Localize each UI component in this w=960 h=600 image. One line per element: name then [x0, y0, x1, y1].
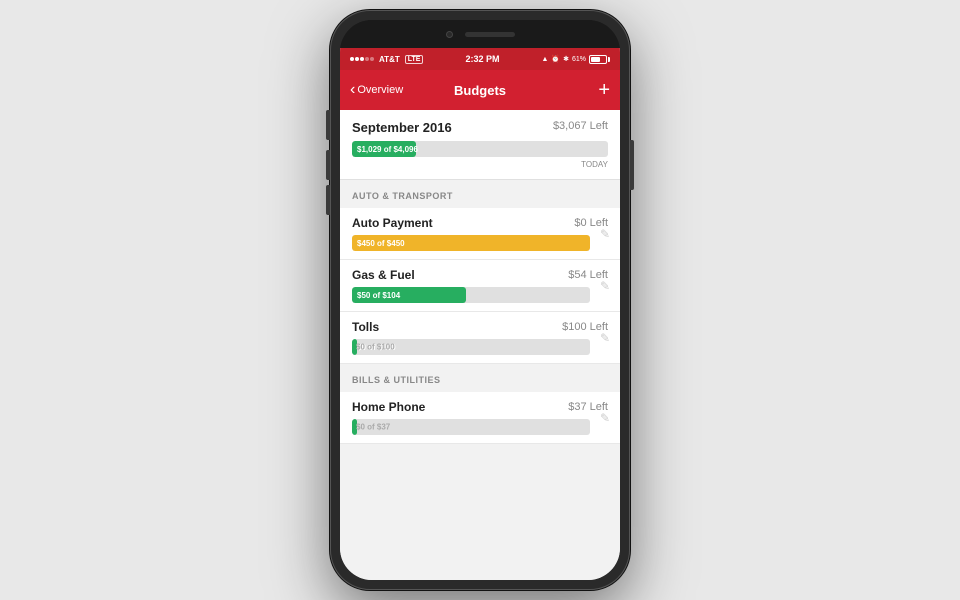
signal-dot-2 — [355, 57, 359, 61]
status-time: 2:32 PM — [465, 54, 499, 64]
gas-fuel-progress-bar: $50 of $104 — [352, 287, 590, 303]
tolls-progress-bar: $0 of $100 $0 of $100 — [352, 339, 590, 355]
status-right: ▲ ⏰ ✱ 61% — [541, 55, 610, 64]
home-phone-progress-bar: $0 of $37 — [352, 419, 590, 435]
signal-dot-3 — [360, 57, 364, 61]
lte-badge: LTE — [405, 55, 424, 64]
auto-payment-name: Auto Payment — [352, 216, 433, 230]
auto-payment-edit-icon[interactable]: ✎ — [600, 227, 610, 241]
category-title-auto: AUTO & TRANSPORT — [352, 191, 453, 201]
status-left: AT&T LTE — [350, 55, 423, 64]
budget-item-tolls[interactable]: Tolls $100 Left $0 of $100 $0 of $100 ✎ — [340, 312, 620, 364]
phone-top-bar — [340, 20, 620, 48]
tolls-bar-wrapper: $0 of $100 $0 of $100 — [352, 339, 608, 355]
carrier-name: AT&T — [379, 55, 400, 64]
gas-fuel-edit-icon[interactable]: ✎ — [600, 279, 610, 293]
budget-item-home-phone[interactable]: Home Phone $37 Left $0 of $37 ✎ — [340, 392, 620, 444]
add-budget-button[interactable]: + — [523, 80, 610, 100]
signal-dot-4 — [365, 57, 369, 61]
category-header-auto: AUTO & TRANSPORT — [340, 180, 620, 208]
summary-progress-bar: $1,029 of $4,096 — [352, 141, 608, 157]
battery-fill — [591, 57, 600, 62]
summary-progress-label: $1,029 of $4,096 — [357, 145, 418, 154]
back-button[interactable]: ‹ Overview — [350, 83, 437, 98]
signal-strength — [350, 57, 374, 61]
summary-left-amount: $3,067 Left — [553, 120, 608, 132]
home-phone-name: Home Phone — [352, 400, 425, 414]
today-marker: TODAY — [352, 160, 608, 169]
home-phone-bar-wrapper: $0 of $37 — [352, 419, 608, 435]
status-bar: AT&T LTE 2:32 PM ▲ ⏰ ✱ 61% — [340, 48, 620, 70]
gas-fuel-bar-wrapper: $50 of $104 — [352, 287, 608, 303]
battery-body — [589, 55, 607, 64]
content-area: September 2016 $3,067 Left $1,029 of $4,… — [340, 110, 620, 580]
gas-fuel-name: Gas & Fuel — [352, 268, 415, 282]
auto-payment-label: $450 of $450 — [357, 239, 405, 248]
home-phone-edit-icon[interactable]: ✎ — [600, 411, 610, 425]
signal-dot-1 — [350, 57, 354, 61]
auto-payment-fill: $450 of $450 — [352, 235, 590, 251]
phone-screen: AT&T LTE 2:32 PM ▲ ⏰ ✱ 61% — [340, 48, 620, 580]
front-camera — [446, 31, 453, 38]
back-label: Overview — [357, 84, 403, 96]
category-title-bills: BILLS & UTILITIES — [352, 375, 441, 385]
summary-section: September 2016 $3,067 Left $1,029 of $4,… — [340, 110, 620, 180]
location-icon: ▲ — [541, 56, 548, 63]
phone-device: AT&T LTE 2:32 PM ▲ ⏰ ✱ 61% — [330, 10, 630, 590]
alarm-icon: ⏰ — [551, 55, 560, 63]
summary-month: September 2016 — [352, 120, 452, 135]
budget-item-auto-payment[interactable]: Auto Payment $0 Left $450 of $450 ✎ — [340, 208, 620, 260]
gas-fuel-label: $50 of $104 — [357, 291, 400, 300]
speaker — [465, 32, 515, 37]
phone-inner: AT&T LTE 2:32 PM ▲ ⏰ ✱ 61% — [340, 20, 620, 580]
home-phone-header: Home Phone $37 Left — [352, 400, 608, 414]
battery-percent: 61% — [572, 56, 586, 63]
signal-dot-5 — [370, 57, 374, 61]
auto-payment-bar-wrapper: $450 of $450 — [352, 235, 608, 251]
auto-payment-progress-bar: $450 of $450 — [352, 235, 590, 251]
tolls-edit-icon[interactable]: ✎ — [600, 331, 610, 345]
back-chevron-icon: ‹ — [350, 82, 355, 98]
auto-payment-header: Auto Payment $0 Left — [352, 216, 608, 230]
gas-fuel-header: Gas & Fuel $54 Left — [352, 268, 608, 282]
tolls-header: Tolls $100 Left — [352, 320, 608, 334]
budget-item-gas-fuel[interactable]: Gas & Fuel $54 Left $50 of $104 ✎ — [340, 260, 620, 312]
battery-tip — [608, 57, 610, 62]
summary-progress-fill: $1,029 of $4,096 — [352, 141, 416, 157]
nav-bar: ‹ Overview Budgets + — [340, 70, 620, 110]
summary-header: September 2016 $3,067 Left — [352, 120, 608, 135]
tolls-name: Tolls — [352, 320, 379, 334]
bluetooth-icon: ✱ — [563, 55, 569, 63]
page-title: Budgets — [437, 83, 524, 98]
battery-indicator — [589, 55, 610, 64]
category-header-bills: BILLS & UTILITIES — [340, 364, 620, 392]
gas-fuel-fill: $50 of $104 — [352, 287, 466, 303]
